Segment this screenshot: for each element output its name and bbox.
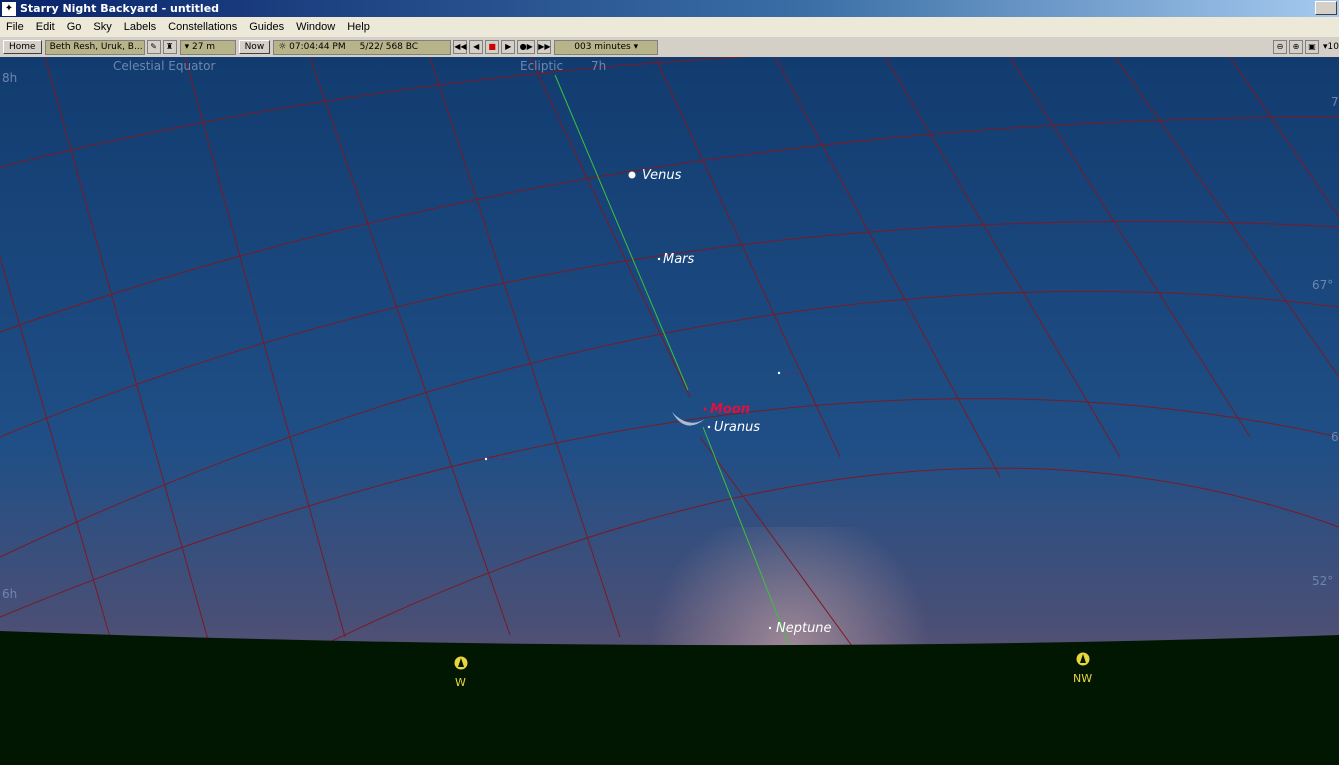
menu-guides[interactable]: Guides [243,21,290,33]
step-back-fast-icon[interactable]: ◀◀ [453,40,468,54]
ecliptic-label: Ecliptic [520,59,563,73]
dec-67-label: 67° [1312,278,1333,292]
menu-bar: File Edit Go Sky Labels Constellations G… [0,17,1339,37]
now-button[interactable]: Now [238,40,271,54]
app-icon[interactable]: ✦ [2,1,16,16]
zoom-level-partial[interactable]: ▾10 [1323,42,1339,52]
neptune-marker[interactable] [768,626,772,630]
compass-northwest-label: NW [1073,672,1092,685]
zoom-out-icon[interactable]: ⊖ [1273,40,1288,54]
clock-icon: ☼ [278,41,290,52]
menu-constellations[interactable]: Constellations [162,21,243,33]
time-value[interactable]: 07:04:44 PM [289,41,345,54]
elevation-dropdown-icon: ▾ [184,41,192,52]
ground [0,631,1339,765]
toolbar: Home Beth Resh, Uruk, B... ✎ ♜ ▾ 27 m No… [0,37,1339,57]
mars-marker[interactable] [657,257,661,261]
time-step-value: 003 minutes [574,41,631,52]
zoom-box-icon[interactable]: ▣ [1305,40,1320,54]
step-forward-fast-icon[interactable]: ▶▶ [537,40,552,54]
datetime-field[interactable]: ☼ 07:04:44 PM 5/22/ 568 BC [273,39,452,55]
uranus-label[interactable]: Uranus [714,420,760,435]
dec-52-label: 52° [1312,574,1333,588]
star-label-faint: ······· [491,453,515,466]
star-marker[interactable] [484,457,488,461]
step-back-icon[interactable]: ◀ [469,40,484,54]
elevation-value: 27 m [191,41,216,52]
compass-west-label: W [455,676,466,689]
dec-6-edge-label: 6 [1331,430,1339,444]
moon-marker[interactable] [703,407,707,411]
menu-labels[interactable]: Labels [118,21,162,33]
star-marker[interactable] [777,371,781,375]
menu-file[interactable]: File [0,21,30,33]
window-title: Starry Night Backyard - untitled [20,2,220,15]
mars-label[interactable]: Mars [663,252,695,267]
sky-view[interactable]: Celestial Equator Ecliptic 7h 8h 6h 7 67… [0,57,1339,765]
ra-8h-label: 8h [2,71,17,85]
menu-sky[interactable]: Sky [87,21,117,33]
star-label-faint: ····· [784,367,801,380]
menu-edit[interactable]: Edit [30,21,61,33]
venus-marker[interactable] [628,171,636,179]
elevation-field[interactable]: ▾ 27 m [179,39,236,55]
edit-location-icon[interactable]: ✎ [146,40,161,54]
moon-label[interactable]: Moon [710,402,750,417]
step-forward-icon[interactable]: ●▶ [517,40,536,54]
zoom-in-icon[interactable]: ⊕ [1289,40,1304,54]
menu-window[interactable]: Window [290,21,341,33]
location-field[interactable]: Beth Resh, Uruk, B... [44,39,145,55]
title-bar: ✦ Starry Night Backyard - untitled [0,0,1339,17]
celestial-equator-label: Celestial Equator [113,59,215,73]
date-value[interactable]: 5/22/ 568 BC [360,41,418,54]
time-step-dropdown-icon: ▾ [630,41,639,52]
play-icon[interactable]: ▶ [501,40,516,54]
stop-icon[interactable]: ■ [485,40,500,54]
close-window-button[interactable] [1315,1,1337,15]
time-step-field[interactable]: 003 minutes ▾ [554,39,659,55]
menu-go[interactable]: Go [61,21,88,33]
neptune-label[interactable]: Neptune [776,621,832,636]
ra-6h-label: 6h [2,587,17,601]
ra-7-edge-label: 7 [1331,95,1339,109]
ra-7h-label: 7h [591,59,606,73]
viewer-icon[interactable]: ♜ [162,40,177,54]
uranus-marker[interactable] [707,425,711,429]
menu-help[interactable]: Help [341,21,376,33]
home-button[interactable]: Home [3,40,42,54]
venus-label[interactable]: Venus [642,168,682,183]
